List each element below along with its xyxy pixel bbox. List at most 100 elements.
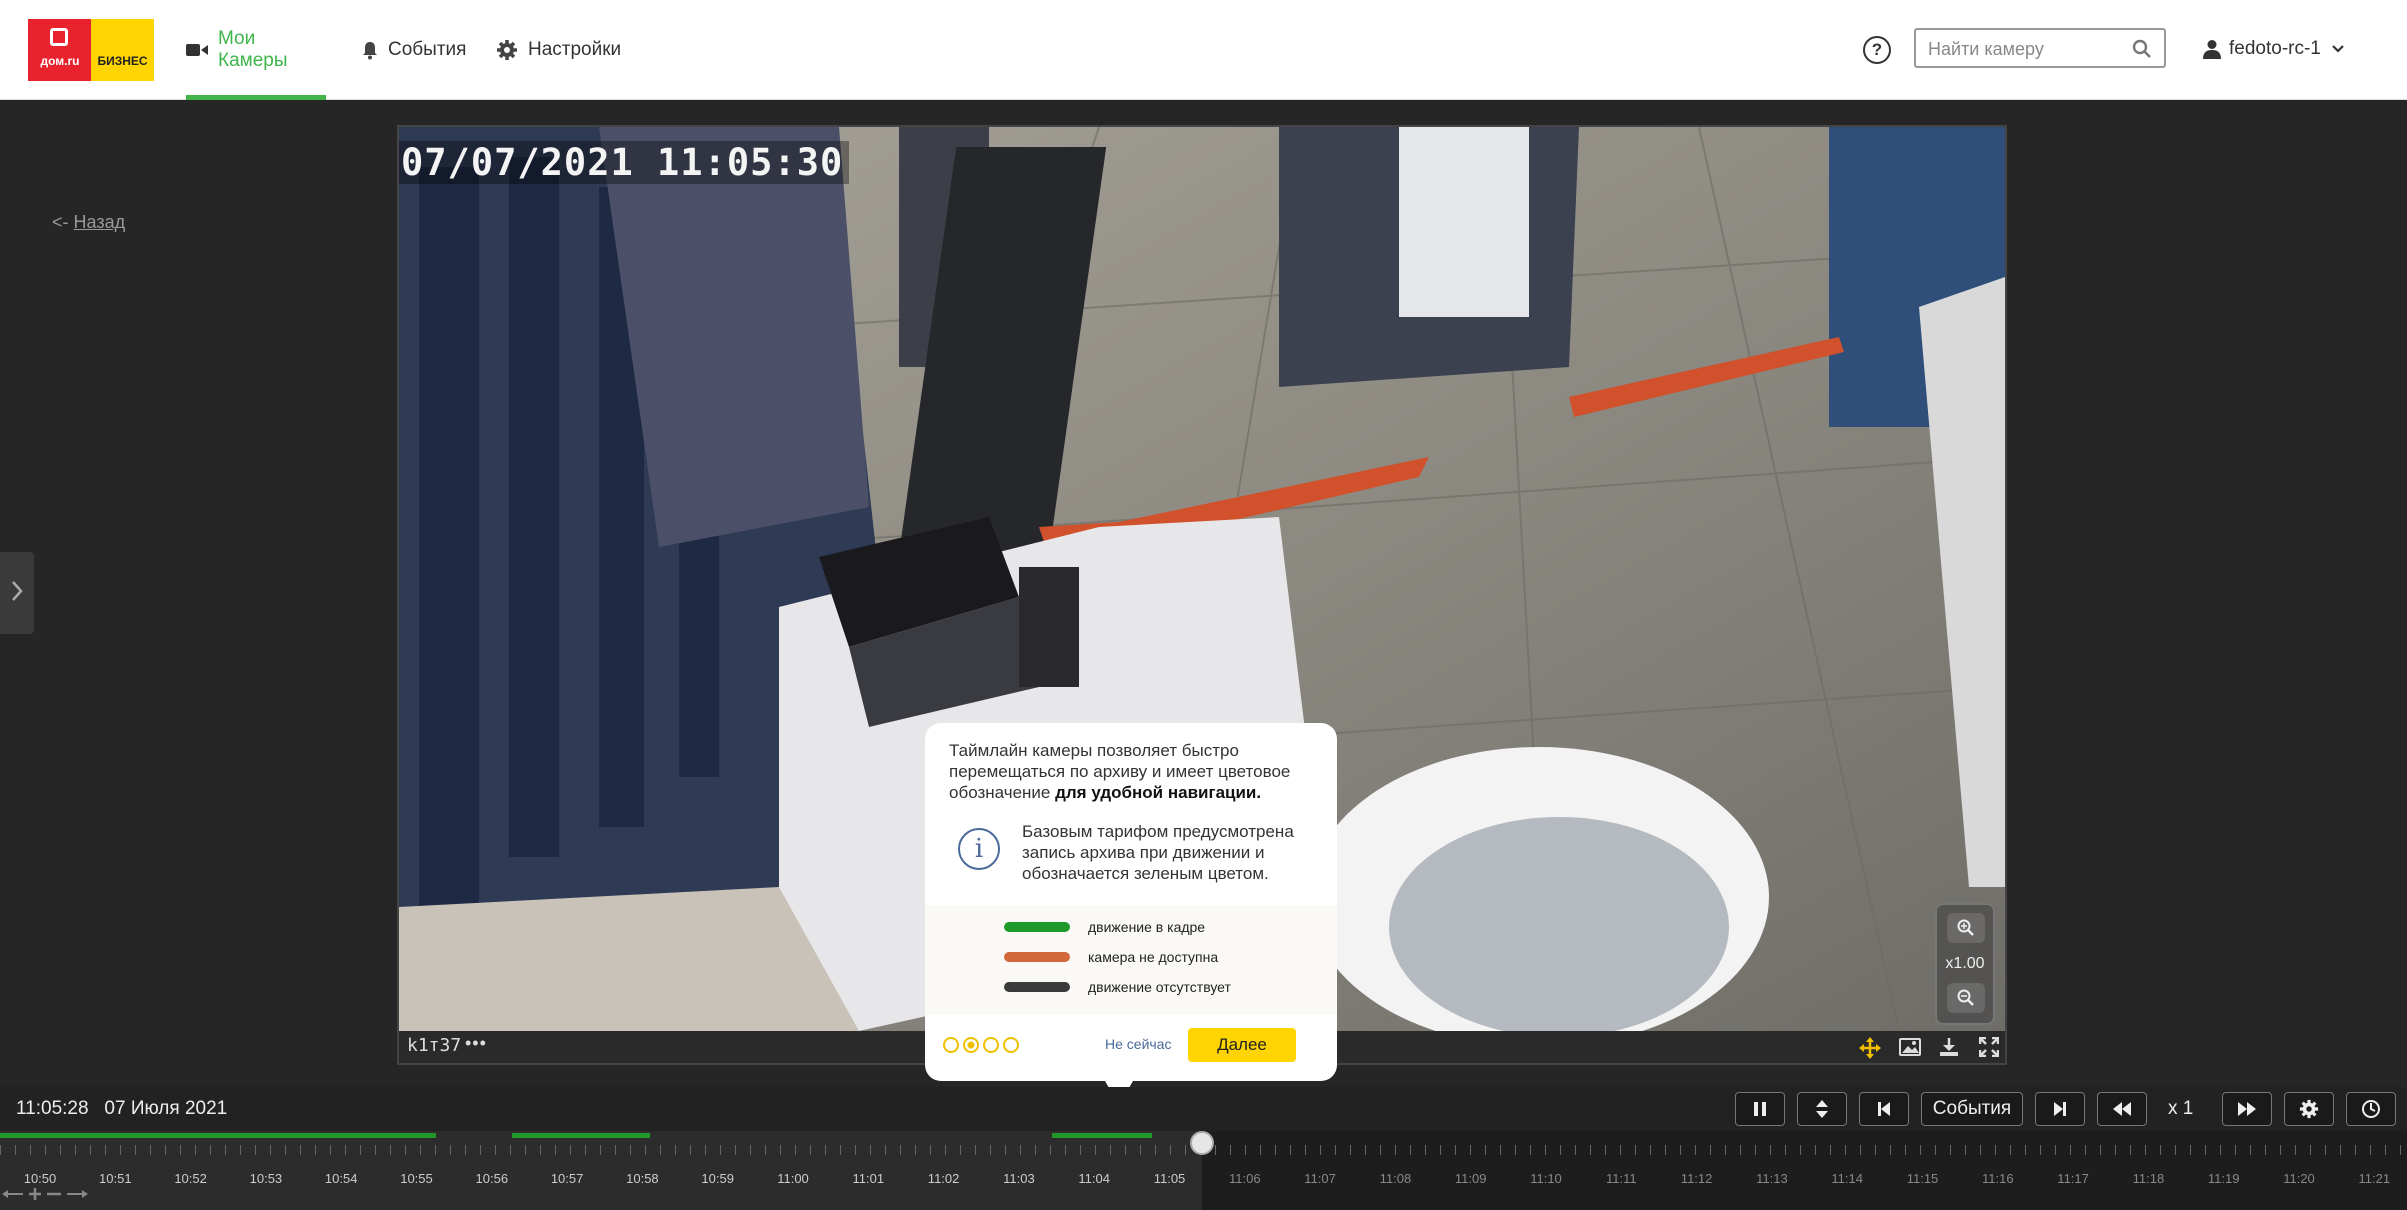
top-header: дом.ru бизнес Мои Камеры События Настрой…: [0, 0, 2407, 100]
back-label: Назад: [73, 212, 126, 232]
pager-dot-active[interactable]: [963, 1037, 979, 1053]
brand-logo[interactable]: дом.ru бизнес: [28, 19, 154, 81]
fullscreen-icon[interactable]: [1979, 1037, 1999, 1057]
pager-dot[interactable]: [1003, 1037, 1019, 1053]
search-icon[interactable]: [2132, 39, 2152, 64]
timeline-tick-label: 10:56: [475, 1171, 509, 1186]
nav-settings[interactable]: Настройки: [496, 0, 621, 100]
nav-events[interactable]: События: [362, 0, 466, 100]
camera-menu-button[interactable]: •••: [465, 1033, 487, 1054]
legend-item: камера не доступна: [1004, 949, 1218, 965]
nav-my-cameras[interactable]: Мои Камеры: [186, 0, 326, 100]
gear-icon: [2299, 1099, 2319, 1119]
help-icon[interactable]: ?: [1863, 36, 1891, 64]
pager-dot[interactable]: [983, 1037, 999, 1053]
sidebar-toggle[interactable]: [0, 552, 34, 634]
playback-speed[interactable]: x 1: [2168, 1098, 2193, 1120]
not-now-button[interactable]: Не сейчас: [1105, 1036, 1171, 1052]
user-name: fedoto-rc-1: [2229, 38, 2321, 59]
camera-search: [1914, 28, 2166, 68]
video-camera-icon: [186, 42, 208, 58]
next-button[interactable]: Далее: [1188, 1028, 1296, 1062]
scroll-left-icon[interactable]: [2, 1187, 24, 1205]
timeline-tick-label: 11:05: [1153, 1171, 1186, 1186]
zoom-control: x1.00: [1935, 903, 1995, 1025]
zoom-out-icon: [1957, 989, 1974, 1006]
timeline-tick-label: 10:51: [99, 1171, 132, 1186]
pager-dot[interactable]: [943, 1037, 959, 1053]
expand-timeline-button[interactable]: [1797, 1092, 1847, 1126]
tooltip-pager: [943, 1037, 1019, 1053]
fast-forward-icon: [2238, 1102, 2256, 1116]
timeline-playhead[interactable]: [1190, 1131, 1214, 1155]
events-button[interactable]: События: [1921, 1092, 2023, 1126]
timeline-tick-label: 11:11: [1605, 1171, 1637, 1186]
timeline-tick-label: 11:10: [1530, 1171, 1562, 1186]
nav-my-cameras-label: Мои Камеры: [218, 28, 288, 71]
fast-forward-button[interactable]: [2222, 1092, 2272, 1126]
timeline-tick-label: 11:14: [1831, 1171, 1863, 1186]
onboarding-tooltip: Таймлайн камеры позволяет быстро перемещ…: [925, 723, 1337, 1105]
timeline-tick-label: 11:07: [1304, 1171, 1336, 1186]
info-icon: i: [958, 828, 1000, 870]
timeline-tick-label: 10:59: [701, 1171, 734, 1186]
camera-name: k1т37: [407, 1035, 462, 1056]
gear-icon: [496, 39, 518, 61]
rewind-icon: [2113, 1102, 2131, 1116]
playback-control-bar: 11:05:28 07 Июля 2021 События x 1: [0, 1087, 2407, 1131]
zoom-level: x1.00: [1945, 955, 1985, 972]
timeline-tick-label: 10:58: [626, 1171, 659, 1186]
back-link[interactable]: <- Назад: [52, 212, 125, 233]
current-date: 07 Июля 2021: [104, 1098, 228, 1119]
timeline-tick-label: 10:50: [23, 1171, 57, 1186]
timeline-tick-label: 10:54: [324, 1171, 358, 1186]
rewind-button[interactable]: [2097, 1092, 2147, 1126]
next-event-button[interactable]: [2035, 1092, 2085, 1126]
zoom-in-timeline-icon[interactable]: [28, 1187, 42, 1205]
pause-button[interactable]: [1735, 1092, 1785, 1126]
timeline-tick-label: 11:20: [2283, 1171, 2315, 1186]
bell-icon: [362, 41, 378, 60]
timeline-tick-label: 11:12: [1680, 1171, 1713, 1186]
timeline-tick-label: 11:06: [1229, 1171, 1261, 1186]
user-icon: [2203, 39, 2221, 59]
timeline-tick-label: 11:08: [1379, 1171, 1412, 1186]
timeline-tick-label: 11:15: [1906, 1171, 1939, 1186]
motion-segment: [1052, 1133, 1152, 1138]
download-icon[interactable]: [1939, 1037, 1959, 1057]
timeline-tick-label: 11:19: [2207, 1171, 2240, 1186]
timeline-legend: движение в кадре камера не доступна движ…: [925, 905, 1337, 1015]
timeline-tick-label: 10:55: [400, 1171, 433, 1186]
zoom-in-button[interactable]: [1947, 913, 1985, 943]
zoom-out-timeline-icon[interactable]: [46, 1187, 62, 1205]
clock-icon: [2362, 1100, 2380, 1118]
nav-settings-label: Настройки: [528, 39, 622, 60]
zoom-in-icon: [1957, 919, 1974, 936]
timeline-tick-label: 11:09: [1454, 1171, 1487, 1186]
timeline-tick-label: 10:53: [249, 1171, 283, 1186]
timeline-tick-label: 11:04: [1078, 1171, 1110, 1186]
timeline[interactable]: 10:50 10:51 10:52 10:53 10:54 10:55 10:56 10:57…: [0, 1131, 2407, 1210]
skip-forward-icon: [2054, 1102, 2066, 1116]
user-menu[interactable]: fedoto-rc-1: [2203, 33, 2345, 65]
timeline-tick-label: 11:03: [1003, 1171, 1035, 1186]
motion-segment: [0, 1133, 436, 1138]
timeline-tick-label: 11:13: [1756, 1171, 1788, 1186]
move-icon[interactable]: [1859, 1037, 1881, 1059]
tooltip-main-text: Таймлайн камеры позволяет быстро перемещ…: [949, 741, 1291, 802]
prev-event-button[interactable]: [1859, 1092, 1909, 1126]
timeline-tick-label: 11:16: [1982, 1171, 2014, 1186]
video-timestamp: 07/07/2021 11:05:30: [399, 141, 850, 184]
current-datetime: 11:05:28 07 Июля 2021: [16, 1098, 227, 1120]
time-picker-button[interactable]: [2346, 1092, 2396, 1126]
scroll-right-icon[interactable]: [66, 1187, 88, 1205]
legend-item: движение в кадре: [1004, 919, 1205, 935]
snapshot-icon[interactable]: [1899, 1037, 1921, 1057]
player-settings-button[interactable]: [2284, 1092, 2334, 1126]
chevron-down-icon: [2331, 44, 2345, 54]
legend-item: движение отсутствует: [1004, 979, 1231, 995]
timeline-tick-label: 10:52: [174, 1171, 207, 1186]
zoom-out-button[interactable]: [1947, 983, 1985, 1013]
skip-back-icon: [1878, 1102, 1890, 1116]
search-input[interactable]: [1928, 36, 2128, 62]
